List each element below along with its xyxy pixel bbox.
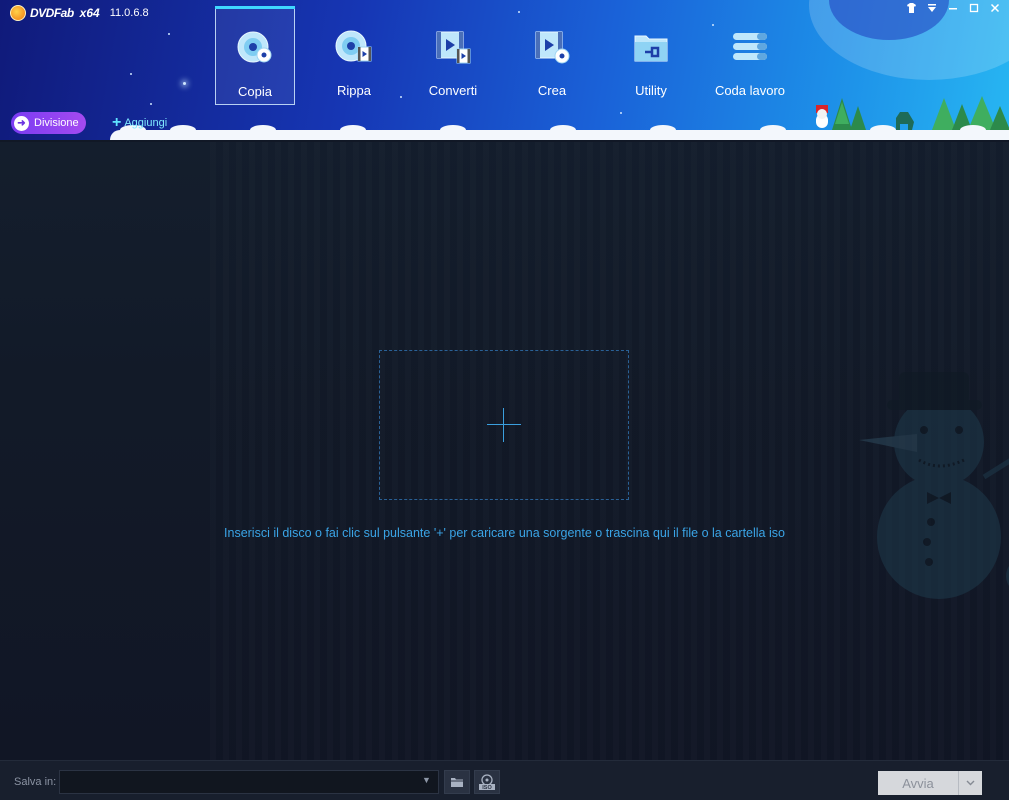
main-area: Inserisci il disco o fai clic sul pulsan… [0,142,1009,760]
start-button[interactable]: Avvia [878,771,958,795]
add-button[interactable]: + Aggiungi [112,114,168,131]
mode-button[interactable]: ➜ Divisione [11,112,86,134]
star-decoration [183,82,186,85]
snow-ground-decoration [110,125,1009,140]
app-logo: DVDFab x64 11.0.6.8 [10,5,149,21]
star-decoration [168,33,170,35]
save-path-field[interactable] [59,770,439,794]
close-icon[interactable] [989,3,1001,16]
bottom-bar: Salva in: ▼ ISO Avvia [0,760,1009,800]
main-nav: Copia Rippa Converti Crea Utility Coda l… [215,6,809,105]
app-brand: DVDFab [30,6,74,20]
maximize-icon[interactable] [968,3,980,16]
skin-icon[interactable] [905,3,917,16]
disc-rip-icon [335,28,373,66]
save-in-label: Salva in: [14,776,57,788]
iso-disc-icon: ISO [479,774,495,790]
start-options-dropdown[interactable] [958,771,982,795]
disc-copy-icon [236,29,274,67]
nav-label: Rippa [337,83,371,98]
top-banner: DVDFab x64 11.0.6.8 Copia Rippa Converti… [0,0,1009,140]
add-label: Aggiungi [124,117,168,129]
queue-stack-icon [731,28,769,66]
nav-item-utility[interactable]: Utility [611,6,691,105]
browse-folder-button[interactable] [444,770,470,794]
nav-item-rippa[interactable]: Rippa [314,6,394,105]
dvdfab-logo-icon [10,5,26,21]
nav-label: Converti [428,83,478,98]
nav-item-converti[interactable]: Converti [413,6,493,105]
star-decoration [620,112,622,114]
plus-icon: + [112,114,122,131]
nav-label: Coda lavoro [714,83,786,98]
nav-item-crea[interactable]: Crea [512,6,592,105]
app-version: 11.0.6.8 [109,7,149,19]
nav-label: Crea [537,83,567,98]
minimize-icon[interactable] [947,3,959,16]
save-path-dropdown-icon[interactable]: ▼ [422,775,431,785]
add-source-plus-icon[interactable] [487,408,521,442]
source-drop-zone[interactable] [379,350,629,500]
snowman-decoration [859,372,1009,599]
drop-hint-text: Inserisci il disco o fai clic sul pulsan… [224,526,785,540]
arrow-right-circle-icon: ➜ [14,115,29,131]
video-create-icon [533,28,571,66]
star-decoration [150,103,152,105]
folder-tools-icon [632,28,670,66]
mode-label: Divisione [34,117,79,129]
nav-item-copia[interactable]: Copia [215,6,295,105]
nav-label: Utility [635,83,667,98]
app-arch: x64 [79,6,100,20]
video-convert-icon [434,28,472,66]
window-controls [905,3,1001,16]
chevron-down-icon [966,780,975,786]
star-decoration [130,73,132,75]
svg-text:ISO: ISO [482,785,492,790]
nav-label: Copia [238,84,272,99]
menu-icon[interactable] [926,3,938,16]
folder-icon [451,778,463,787]
save-iso-button[interactable]: ISO [474,770,500,794]
nav-item-coda-lavoro[interactable]: Coda lavoro [710,6,790,105]
